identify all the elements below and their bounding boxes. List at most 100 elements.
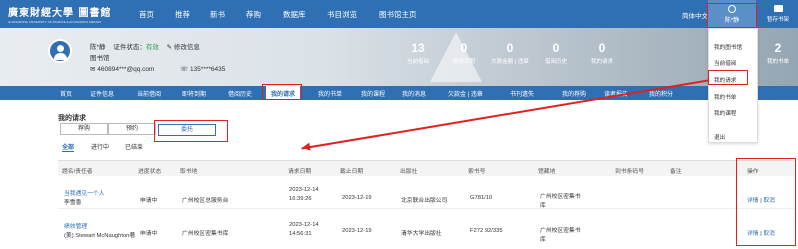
col-note: 备注 xyxy=(670,169,682,175)
subnav-lost[interactable]: 书刊遗失 xyxy=(510,89,534,98)
row-publisher: 北京联合出版公司 xyxy=(401,198,448,204)
row-title-link[interactable]: 当我遇见一个人 xyxy=(64,188,105,197)
bookshelf-label: 暂存书架 xyxy=(766,17,789,23)
stat-current-loans[interactable]: 13 当前借阅 xyxy=(398,41,438,65)
row-request-time: 14:56:31 xyxy=(289,231,312,237)
subnav-recommend[interactable]: 我的荐购 xyxy=(562,89,586,98)
table-row: 绩效管理 (美) Stewart McNaughton著 申请中 广州校区密集书… xyxy=(58,209,794,243)
cert-status: 有效 xyxy=(145,44,159,51)
row-pickup: 广州校区总服务台 xyxy=(182,198,229,204)
nav-home[interactable]: 首页 xyxy=(139,9,154,20)
highlight-delegation-tab xyxy=(154,120,228,142)
tab-purchase-request[interactable]: 荐购 xyxy=(60,123,108,135)
stat-booklists[interactable]: 2 我的书单 xyxy=(758,41,798,65)
stat-label: 借阅历史 xyxy=(544,59,567,65)
row-request-date: 2023-12-14 xyxy=(289,222,319,228)
row-call-number: F272 92/335 xyxy=(470,228,503,234)
col-request-date: 请求日期 xyxy=(288,169,312,175)
stat-due-soon[interactable]: 0 即将到期 xyxy=(444,41,484,65)
nav-catalog[interactable]: 书目浏览 xyxy=(327,9,357,20)
highlight-actions-column xyxy=(736,158,796,246)
profile-name-line: 陈*静 证件状态：有效 ✎ 修改信息 xyxy=(90,41,200,51)
row-request-date: 2023-12-14 xyxy=(289,187,319,193)
tab-reservation[interactable]: 预约 xyxy=(108,123,156,135)
highlight-my-requests-tab xyxy=(262,84,302,100)
col-due-date: 截止日期 xyxy=(340,169,364,175)
menu-my-library[interactable]: 我的图书馆 xyxy=(714,43,742,51)
nav-purchase[interactable]: 荐购 xyxy=(246,9,261,20)
highlight-my-requests-menu xyxy=(708,70,748,85)
menu-my-booklists[interactable]: 我的书单 xyxy=(714,93,736,101)
subnav-courses[interactable]: 我的课程 xyxy=(361,89,385,98)
subnav-card-info[interactable]: 证件信息 xyxy=(90,89,114,98)
menu-my-courses[interactable]: 我的课程 xyxy=(714,109,736,117)
stat-label: 即将到期 xyxy=(452,59,475,65)
row-pickup: 广州校区密集书库 xyxy=(182,231,229,237)
subnav-history[interactable]: 借阅历史 xyxy=(228,89,252,98)
phone-icon: ☏ xyxy=(180,66,189,73)
profile-name: 陈*静 xyxy=(90,44,106,51)
menu-logout[interactable]: 退出 xyxy=(714,133,725,141)
profile-phone: ☏ 135****6435 xyxy=(180,65,225,73)
row-location-cont: 库 xyxy=(540,203,546,209)
profile-role: 图书馆 xyxy=(90,55,110,62)
nav-database[interactable]: 数据库 xyxy=(283,9,306,20)
col-barcode: 到书条码号 xyxy=(615,169,644,175)
table-row: 当我遇见一个人 李雪香 申请中 广州校区总服务台 2023-12-14 16:3… xyxy=(58,177,794,209)
phone-value: 135****6435 xyxy=(189,66,226,73)
stat-history[interactable]: 0 借阅历史 xyxy=(536,41,576,65)
stat-value: 0 xyxy=(552,41,560,55)
menu-current-loans[interactable]: 当前借阅 xyxy=(714,59,736,67)
page-title: 我的请求 xyxy=(58,115,86,122)
library-logo[interactable]: 廣東財經大學 圖書館 GUANGDONG UNIVERSITY OF FINAN… xyxy=(8,4,111,24)
row-author: (美) Stewart McNaughton著 xyxy=(64,233,136,239)
row-call-number: G781/10 xyxy=(470,195,493,201)
row-due-date: 2023-12-19 xyxy=(342,195,372,201)
row-location: 广州校区密集书 xyxy=(540,194,581,200)
bookshelf-button[interactable]: 暂存书架 xyxy=(760,2,796,23)
stat-value: 0 xyxy=(598,41,606,55)
subnav-messages[interactable]: 我的消息 xyxy=(402,89,426,98)
stat-label: 欠款金额 | 违章 xyxy=(491,59,529,65)
filter-all[interactable]: 全部 xyxy=(62,142,75,152)
logo-title: 廣東財經大學 圖書館 xyxy=(8,8,112,19)
subnav-current-loans[interactable]: 当前借阅 xyxy=(137,89,161,98)
avatar xyxy=(48,39,72,63)
row-status: 申请中 xyxy=(140,198,158,204)
stat-label: 我的请求 xyxy=(590,59,613,65)
row-location: 广州校区密集书 xyxy=(540,228,581,234)
profile-email: ✉ 460894***@qq.com xyxy=(90,65,154,73)
subnav-booklists[interactable]: 我的书单 xyxy=(318,89,342,98)
stat-label: 我的书单 xyxy=(766,59,789,65)
stat-fines[interactable]: 0 欠款金额 | 违章 xyxy=(490,41,530,65)
language-label: 简体中文 xyxy=(682,13,708,20)
row-publisher: 清华大学出版社 xyxy=(401,231,442,237)
row-status: 申请中 xyxy=(140,231,158,237)
arrow-head-icon xyxy=(301,142,311,152)
col-status: 进度状态 xyxy=(138,169,162,175)
row-author: 李雪香 xyxy=(64,200,82,206)
col-location: 馆藏地 xyxy=(538,169,556,175)
filter-finished[interactable]: 已结束 xyxy=(125,142,143,151)
subnav-due-soon[interactable]: 即将到期 xyxy=(182,89,206,98)
edit-info-link[interactable]: ✎ 修改信息 xyxy=(167,44,200,51)
stat-label: 当前借阅 xyxy=(406,59,429,65)
col-pickup: 取书地 xyxy=(180,169,198,175)
subnav-home[interactable]: 首页 xyxy=(60,89,72,98)
subnav-fines[interactable]: 欠款金 | 违章 xyxy=(448,89,483,98)
nav-recommend[interactable]: 推荐 xyxy=(175,9,190,20)
col-publisher: 出版社 xyxy=(400,169,418,175)
email-value: 460894***@qq.com xyxy=(97,66,155,73)
stat-requests[interactable]: 0 我的请求 xyxy=(582,41,622,65)
nav-library-home[interactable]: 图书馆主页 xyxy=(379,9,417,20)
row-title-link[interactable]: 绩效管理 xyxy=(64,221,87,230)
row-location-cont: 库 xyxy=(540,237,546,243)
top-nav-bar: 廣東財經大學 圖書館 GUANGDONG UNIVERSITY OF FINAN… xyxy=(0,0,798,28)
filter-in-progress[interactable]: 进行中 xyxy=(91,142,109,151)
highlight-user-button xyxy=(707,3,757,28)
stat-value: 13 xyxy=(411,41,425,55)
row-request-time: 16:39:26 xyxy=(289,196,312,202)
folder-icon xyxy=(773,5,783,12)
account-subnav: 首页 证件信息 当前借阅 即将到期 借阅历史 我的请求 我的书单 我的课程 我的… xyxy=(0,86,798,100)
nav-new-books[interactable]: 新书 xyxy=(210,9,225,20)
